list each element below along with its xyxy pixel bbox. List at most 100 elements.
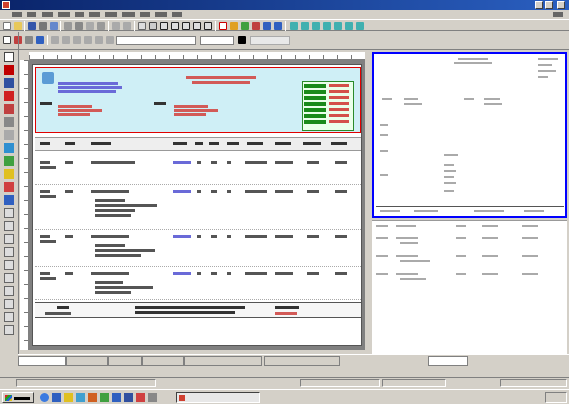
menu-item[interactable] bbox=[12, 12, 22, 17]
tab-detail-footer[interactable] bbox=[142, 356, 184, 366]
redo-icon[interactable] bbox=[123, 22, 131, 30]
quick-launch-icon[interactable] bbox=[52, 393, 61, 402]
minimize-button[interactable] bbox=[535, 1, 543, 9]
detail-row[interactable] bbox=[35, 186, 361, 230]
menu-item[interactable] bbox=[155, 12, 167, 17]
tab-project-background[interactable] bbox=[264, 356, 340, 366]
menu-item[interactable] bbox=[75, 12, 84, 17]
table-tool-icon[interactable] bbox=[4, 208, 14, 218]
tab-detail-line[interactable] bbox=[108, 356, 142, 366]
chart-tool-icon[interactable] bbox=[4, 156, 14, 166]
print-icon[interactable] bbox=[39, 22, 47, 30]
align-left-icon[interactable] bbox=[51, 36, 59, 44]
label-tool-icon[interactable] bbox=[4, 104, 14, 114]
align-icon[interactable] bbox=[345, 22, 353, 30]
preview-icon[interactable] bbox=[50, 22, 58, 30]
align-right-icon[interactable] bbox=[73, 36, 81, 44]
zoom-out-icon[interactable] bbox=[204, 22, 212, 30]
detail-row[interactable] bbox=[35, 157, 361, 185]
image-icon[interactable] bbox=[230, 22, 238, 30]
field-tool-icon[interactable] bbox=[4, 78, 14, 88]
tab-customer-header[interactable] bbox=[18, 356, 66, 366]
detail-row[interactable] bbox=[35, 231, 361, 267]
page-preview-continued[interactable] bbox=[372, 220, 567, 354]
save-icon[interactable] bbox=[28, 22, 36, 30]
invoice-page[interactable] bbox=[32, 64, 362, 346]
box-icon[interactable] bbox=[182, 22, 190, 30]
align-center-icon[interactable] bbox=[62, 36, 70, 44]
table-tool-icon[interactable] bbox=[4, 260, 14, 270]
align-icon[interactable] bbox=[334, 22, 342, 30]
style-box[interactable] bbox=[250, 36, 290, 45]
cut-icon[interactable] bbox=[64, 22, 72, 30]
grid-icon[interactable] bbox=[149, 22, 157, 30]
zoom-in-icon[interactable] bbox=[193, 22, 201, 30]
menu-item[interactable] bbox=[89, 12, 100, 17]
menu-item[interactable] bbox=[172, 12, 182, 17]
image-tool-icon[interactable] bbox=[4, 143, 14, 153]
table-tool-icon[interactable] bbox=[4, 221, 14, 231]
quick-launch-icon[interactable] bbox=[100, 393, 109, 402]
menu-item[interactable] bbox=[27, 12, 36, 17]
undo-icon[interactable] bbox=[112, 22, 120, 30]
invoice-header-section[interactable] bbox=[35, 67, 361, 133]
maximize-button[interactable] bbox=[545, 1, 553, 9]
justify-icon[interactable] bbox=[84, 36, 92, 44]
quick-launch-icon[interactable] bbox=[76, 393, 85, 402]
quick-launch-icon[interactable] bbox=[124, 393, 133, 402]
taskbar-window-button[interactable] bbox=[176, 392, 260, 403]
align-icon[interactable] bbox=[290, 22, 298, 30]
pointer-tool-icon[interactable] bbox=[4, 52, 14, 62]
tab-detail-line-right[interactable] bbox=[428, 356, 468, 366]
table-icon[interactable] bbox=[252, 22, 260, 30]
page-preview[interactable] bbox=[372, 52, 567, 218]
close-button[interactable] bbox=[557, 1, 565, 9]
detail-column-headers[interactable] bbox=[35, 137, 361, 151]
align-icon[interactable] bbox=[301, 22, 309, 30]
fill-color-icon[interactable] bbox=[36, 36, 44, 44]
text-icon[interactable] bbox=[219, 22, 227, 30]
tab-detail-header[interactable] bbox=[66, 356, 108, 366]
quick-launch-icon[interactable] bbox=[88, 393, 97, 402]
new-icon[interactable] bbox=[3, 22, 11, 30]
invoice-footer-section[interactable] bbox=[35, 302, 361, 318]
shape-tool-icon[interactable] bbox=[4, 169, 14, 179]
border-icon[interactable] bbox=[106, 36, 114, 44]
table-tool-icon[interactable] bbox=[4, 286, 14, 296]
start-button[interactable] bbox=[2, 392, 34, 403]
align-icon[interactable] bbox=[323, 22, 331, 30]
copy-icon[interactable] bbox=[75, 22, 83, 30]
menu-item[interactable] bbox=[42, 12, 53, 17]
quick-launch-icon[interactable] bbox=[112, 393, 121, 402]
frame-icon[interactable] bbox=[138, 22, 146, 30]
label-tool-icon[interactable] bbox=[4, 91, 14, 101]
box-icon[interactable] bbox=[160, 22, 168, 30]
barcode-tool-icon[interactable] bbox=[4, 195, 14, 205]
menu-item[interactable] bbox=[553, 12, 563, 17]
line-tool-icon[interactable] bbox=[4, 117, 14, 127]
browser-icon[interactable] bbox=[40, 393, 49, 402]
shape-tool-icon[interactable] bbox=[4, 182, 14, 192]
folder-icon[interactable] bbox=[64, 393, 73, 402]
chart-icon[interactable] bbox=[241, 22, 249, 30]
table-tool-icon[interactable] bbox=[4, 299, 14, 309]
field-icon[interactable] bbox=[263, 22, 271, 30]
design-canvas[interactable] bbox=[29, 60, 365, 350]
table-tool-icon[interactable] bbox=[4, 273, 14, 283]
open-icon[interactable] bbox=[14, 22, 22, 30]
menu-item[interactable] bbox=[105, 12, 117, 17]
color-swatch-icon[interactable] bbox=[238, 36, 246, 44]
text-tool-icon[interactable] bbox=[4, 65, 14, 75]
menu-item[interactable] bbox=[140, 12, 150, 17]
table-tool-icon[interactable] bbox=[4, 247, 14, 257]
line-tool-icon[interactable] bbox=[4, 130, 14, 140]
paste-icon[interactable] bbox=[86, 22, 94, 30]
table-tool-icon[interactable] bbox=[4, 234, 14, 244]
quick-launch-icon[interactable] bbox=[148, 393, 157, 402]
quick-launch-icon[interactable] bbox=[136, 393, 145, 402]
field-icon[interactable] bbox=[274, 22, 282, 30]
font-size-select[interactable] bbox=[200, 36, 234, 45]
font-select[interactable] bbox=[116, 36, 196, 45]
menu-item[interactable] bbox=[122, 12, 135, 17]
table-tool-icon[interactable] bbox=[4, 325, 14, 335]
